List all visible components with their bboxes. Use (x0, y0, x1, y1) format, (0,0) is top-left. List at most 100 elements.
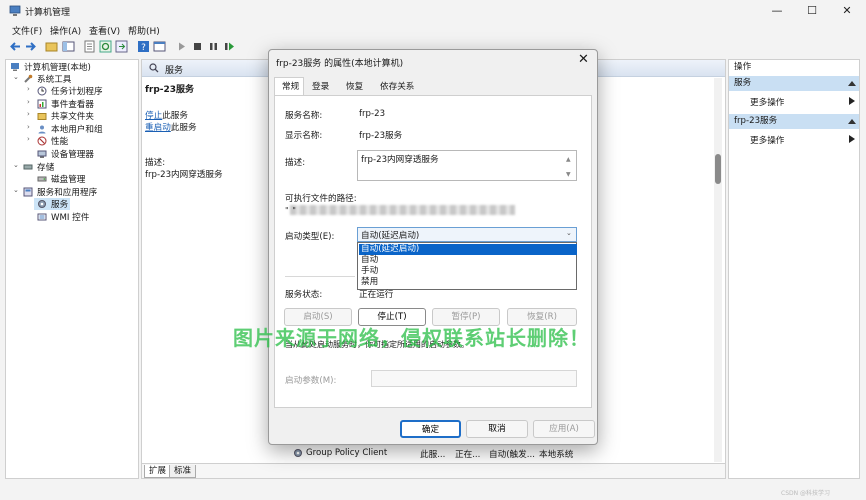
submenu-arrow-icon[interactable] (849, 135, 855, 143)
services-header-label: 服务 (165, 66, 184, 76)
description-scroll-arrows[interactable]: ▲ ▼ (566, 152, 571, 182)
service-row-logon: 本地系统 (539, 450, 574, 460)
wmi-icon (37, 213, 47, 221)
stop-service-line: 停止此服务 (145, 111, 188, 121)
tab-dependencies[interactable]: 依存关系 (374, 79, 420, 95)
maximize-button[interactable]: ☐ (795, 0, 829, 22)
performance-icon (37, 136, 47, 146)
actions-title: 操作 (734, 62, 752, 72)
console-tree (5, 59, 139, 479)
executable-path-label: 可执行文件的路径: (285, 194, 357, 204)
computer-management-icon (9, 5, 21, 16)
start-params-label: 启动参数(M): (285, 376, 337, 386)
start-params-input[interactable] (371, 370, 577, 387)
console-tree-icon[interactable] (62, 40, 75, 53)
selected-service-name: frp-23服务 (145, 85, 195, 95)
stop-icon[interactable] (191, 40, 204, 53)
description-field-label: 描述: (285, 158, 306, 168)
ok-button[interactable]: 确定 (400, 420, 461, 438)
services-apps-icon (23, 187, 33, 197)
users-icon (38, 125, 46, 134)
properties-icon[interactable] (83, 40, 96, 53)
collapse-icon[interactable] (848, 118, 856, 124)
chevron-right-icon[interactable]: › (27, 135, 30, 143)
menu-help[interactable]: 帮助(H) (128, 24, 160, 37)
play-icon[interactable] (175, 40, 188, 53)
computer-icon (11, 63, 19, 71)
view-icon[interactable] (153, 40, 166, 53)
startup-type-label: 启动类型(E): (285, 232, 335, 242)
description-label: 描述: (145, 158, 166, 168)
submenu-arrow-icon[interactable] (849, 97, 855, 105)
disk-icon (37, 176, 47, 182)
menu-file[interactable]: 文件(F) (12, 24, 42, 37)
scrollbar-thumb[interactable] (715, 154, 721, 184)
export-icon[interactable] (115, 40, 128, 53)
tab-logon[interactable]: 登录 (306, 79, 335, 95)
executable-path-value: " " (285, 206, 297, 215)
tab-standard[interactable]: 标准 (169, 465, 197, 478)
up-folder-icon[interactable] (45, 40, 58, 53)
tab-extended[interactable]: 扩展 (144, 465, 172, 478)
collapse-icon[interactable] (848, 80, 856, 86)
startup-option-manual[interactable]: 手动 (359, 266, 577, 277)
chevron-down-icon[interactable]: ⌄ (566, 229, 572, 237)
gear-icon (294, 449, 302, 457)
search-icon (149, 63, 159, 73)
svg-text:?: ? (141, 43, 146, 53)
tab-general[interactable]: 常规 (276, 79, 305, 95)
description-textbox[interactable]: frp-23内网穿透服务 (357, 150, 577, 181)
display-name-value: frp-23服务 (359, 131, 403, 141)
window-title: 计算机管理 (25, 8, 71, 18)
description-value: frp-23内网穿透服务 (145, 170, 223, 180)
service-status-value: 正在运行 (359, 290, 394, 300)
restart-icon[interactable] (223, 40, 236, 53)
chevron-right-icon[interactable]: › (27, 85, 30, 93)
separator-line (285, 276, 355, 277)
view-tabs (142, 463, 725, 478)
chevron-down-icon[interactable]: ⌄ (13, 73, 19, 81)
startup-option-delayed[interactable]: 自动(延迟启动) (359, 244, 577, 255)
device-manager-icon (37, 150, 47, 158)
dialog-close-icon[interactable]: ✕ (578, 52, 589, 67)
minimize-button[interactable]: — (760, 0, 794, 22)
service-row-status: 正在... (455, 450, 481, 460)
stop-service-link[interactable]: 停止 (145, 111, 162, 121)
tab-recovery[interactable]: 恢复 (340, 79, 369, 95)
services-scrollbar[interactable] (714, 78, 722, 462)
restart-service-link[interactable]: 重启动 (145, 123, 171, 133)
refresh-icon[interactable] (99, 40, 112, 53)
service-row-desc: 此服... (420, 450, 446, 460)
help-icon[interactable]: ? (137, 40, 150, 53)
chevron-right-icon[interactable]: › (27, 110, 30, 118)
startup-option-automatic[interactable]: 自动 (359, 255, 577, 266)
gear-icon (38, 200, 46, 208)
more-actions-frp[interactable]: 更多操作 (750, 134, 784, 146)
pause-icon[interactable] (207, 40, 220, 53)
service-row-name[interactable]: Group Policy Client (306, 448, 387, 458)
clock-icon (37, 86, 47, 96)
chevron-down-icon[interactable]: ⌄ (13, 186, 19, 194)
menu-action[interactable]: 操作(A) (50, 24, 81, 37)
service-status-label: 服务状态: (285, 290, 323, 300)
csdn-credit: CSDN @科技学习 (781, 490, 831, 497)
forward-arrow-icon[interactable] (24, 40, 37, 53)
chevron-right-icon[interactable]: › (27, 98, 30, 106)
tree-label: 计算机管理(本地) (24, 63, 91, 73)
actions-section-services[interactable]: 服务 (729, 76, 859, 91)
more-actions-services[interactable]: 更多操作 (750, 96, 784, 108)
close-window-button[interactable]: ✕ (830, 0, 864, 22)
apply-button[interactable]: 应用(A) (533, 420, 595, 438)
startup-type-select[interactable]: 自动(延迟启动) (357, 227, 577, 242)
chevron-down-icon[interactable]: ⌄ (13, 161, 19, 169)
title-bar (0, 0, 866, 22)
startup-option-disabled[interactable]: 禁用 (359, 277, 577, 288)
back-arrow-icon[interactable] (9, 40, 22, 53)
menu-view[interactable]: 查看(V) (89, 24, 120, 37)
cancel-button[interactable]: 取消 (466, 420, 528, 438)
actions-section-frp[interactable]: frp-23服务 (729, 114, 859, 129)
service-name-value: frp-23 (359, 109, 386, 119)
chevron-right-icon[interactable]: › (27, 123, 30, 131)
storage-icon (23, 164, 33, 170)
shared-folder-icon (37, 113, 47, 120)
